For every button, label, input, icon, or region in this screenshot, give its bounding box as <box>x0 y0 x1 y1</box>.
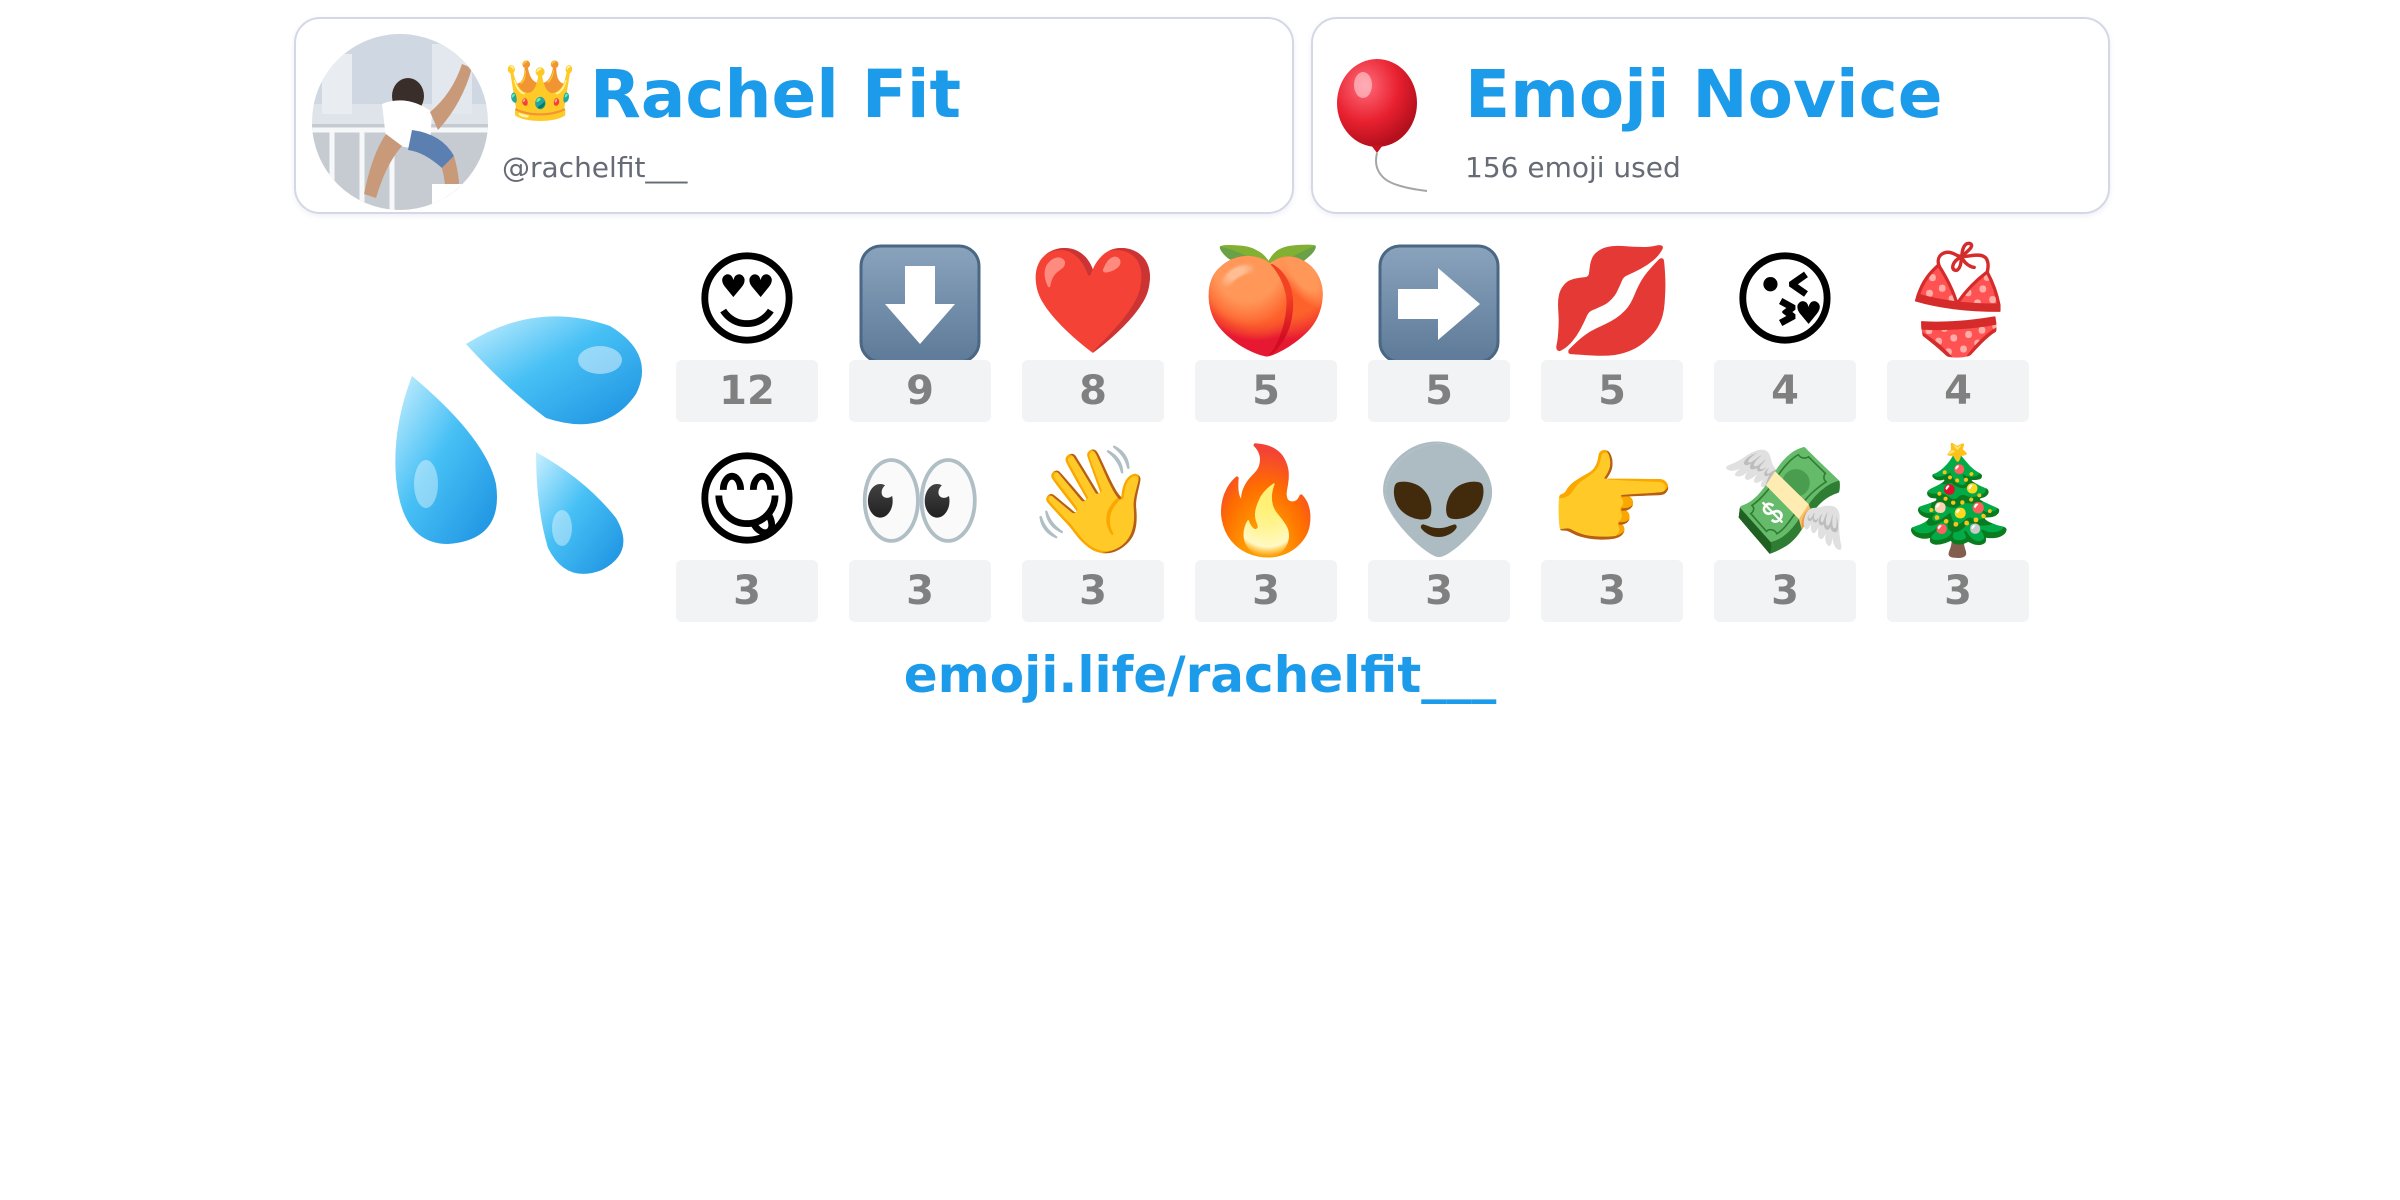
emoji-tile-heart-eyes[interactable]: 😍 12 <box>676 240 818 430</box>
emoji-count: 9 <box>849 360 991 422</box>
kiss-mark-emoji-icon: 💋 <box>1547 239 1677 361</box>
avatar[interactable] <box>312 34 488 210</box>
alien-emoji-icon: 👽 <box>1374 439 1504 561</box>
pointing-right-emoji-icon: 👉 <box>1547 439 1677 561</box>
emoji-tile-fire[interactable]: 🔥 3 <box>1195 440 1337 630</box>
emoji-count: 3 <box>1368 560 1510 622</box>
emoji-count: 3 <box>1195 560 1337 622</box>
emoji-count: 3 <box>1022 560 1164 622</box>
emoji-tile-red-heart[interactable]: ❤️ 8 <box>1022 240 1164 430</box>
waving-hand-emoji-icon: 👋 <box>1028 439 1158 561</box>
emoji-tile-wave[interactable]: 👋 3 <box>1022 440 1164 630</box>
money-with-wings-emoji-icon: 💸 <box>1720 439 1850 561</box>
emoji-count: 5 <box>1368 360 1510 422</box>
savoring-food-emoji-icon: 😋 <box>692 439 802 561</box>
emoji-count: 3 <box>676 560 818 622</box>
emoji-tile-kiss-mark[interactable]: 💋 5 <box>1541 240 1683 430</box>
emoji-tile-peach[interactable]: 🍑 5 <box>1195 240 1337 430</box>
emoji-used-count: 156 emoji used <box>1465 151 1681 184</box>
eyes-emoji-icon: 👀 <box>855 439 985 561</box>
rank-title: Emoji Novice <box>1465 56 1943 133</box>
emoji-count: 12 <box>676 360 818 422</box>
profile-link[interactable]: emoji.life/rachelfit___ <box>0 646 2400 704</box>
emoji-tile-yum[interactable]: 😋 3 <box>676 440 818 630</box>
emoji-count: 3 <box>1541 560 1683 622</box>
emoji-count: 3 <box>849 560 991 622</box>
bikini-emoji-icon: 👙 <box>1893 239 2023 361</box>
emoji-tile-down-arrow[interactable]: 9 <box>849 240 991 430</box>
emoji-tile-christmas-tree[interactable]: 🎄 3 <box>1887 440 2029 630</box>
emoji-count: 3 <box>1887 560 2029 622</box>
emoji-count: 3 <box>1714 560 1856 622</box>
emoji-count: 8 <box>1022 360 1164 422</box>
emoji-tile-right-arrow[interactable]: 5 <box>1368 240 1510 430</box>
down-arrow-emoji-icon <box>849 240 991 364</box>
emoji-count: 4 <box>1714 360 1856 422</box>
heart-eyes-emoji-icon: 😍 <box>692 239 802 361</box>
emoji-tile-bikini[interactable]: 👙 4 <box>1887 240 2029 430</box>
emoji-count: 5 <box>1541 360 1683 422</box>
profile-card[interactable]: 👑 Rachel Fit @rachelfit___ <box>294 17 1294 214</box>
red-heart-emoji-icon: ❤️ <box>1028 239 1158 361</box>
emoji-tile-blowing-kiss[interactable]: 😘 4 <box>1714 240 1856 430</box>
crown-icon: 👑 <box>504 56 577 124</box>
emoji-tile-point-right[interactable]: 👉 3 <box>1541 440 1683 630</box>
sweat-droplets-icon <box>386 308 666 588</box>
profile-name: Rachel Fit <box>590 56 962 133</box>
emoji-tile-alien[interactable]: 👽 3 <box>1368 440 1510 630</box>
rank-card[interactable]: Emoji Novice 156 emoji used <box>1311 17 2110 214</box>
fire-emoji-icon: 🔥 <box>1201 439 1331 561</box>
balloon-icon <box>1335 57 1435 197</box>
christmas-tree-emoji-icon: 🎄 <box>1893 439 2023 561</box>
emoji-stats-page: 👑 Rachel Fit @rachelfit___ Emoji Novice … <box>0 0 2400 1200</box>
profile-handle[interactable]: @rachelfit___ <box>502 151 687 184</box>
face-blowing-kiss-emoji-icon: 😘 <box>1730 239 1840 361</box>
emoji-tile-money-wings[interactable]: 💸 3 <box>1714 440 1856 630</box>
peach-emoji-icon: 🍑 <box>1201 239 1331 361</box>
emoji-count: 4 <box>1887 360 2029 422</box>
emoji-tile-eyes[interactable]: 👀 3 <box>849 440 991 630</box>
emoji-count: 5 <box>1195 360 1337 422</box>
right-arrow-emoji-icon <box>1368 240 1510 364</box>
